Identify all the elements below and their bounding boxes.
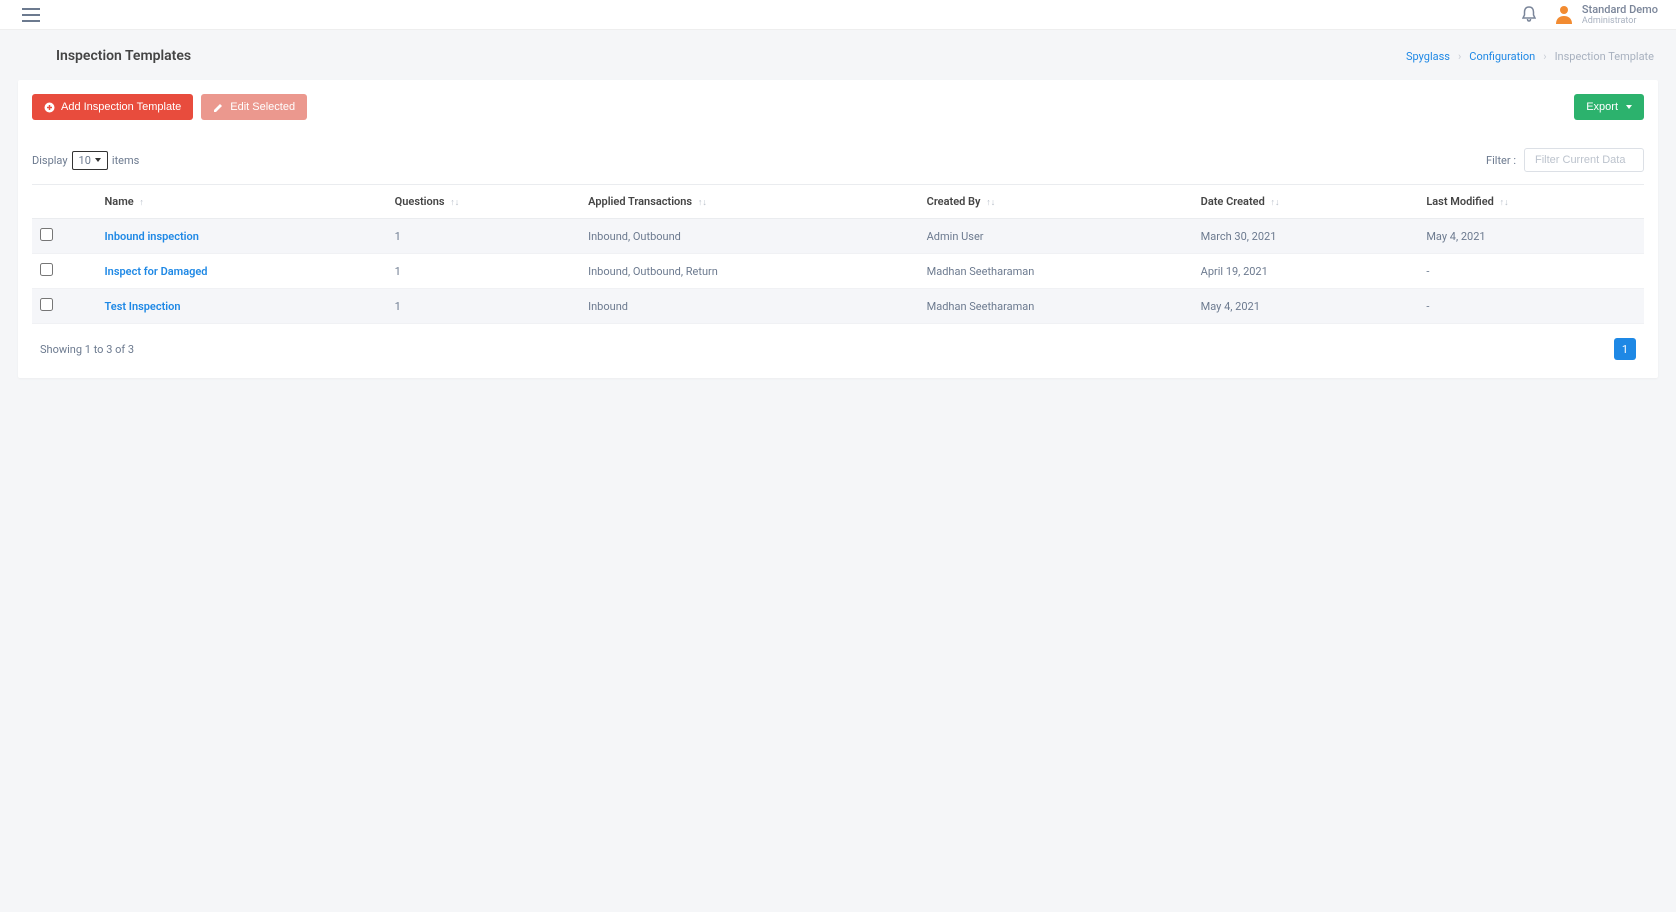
showing-text: Showing 1 to 3 of 3 bbox=[40, 343, 134, 356]
caret-down-icon bbox=[95, 158, 101, 162]
top-right: Standard Demo Administrator bbox=[1522, 3, 1658, 27]
hamburger-icon[interactable] bbox=[22, 8, 40, 22]
sort-icon: ↑↓ bbox=[1271, 198, 1280, 208]
cell-last-modified: - bbox=[1418, 254, 1644, 289]
breadcrumb-current: Inspection Template bbox=[1555, 50, 1654, 63]
cell-date-created: April 19, 2021 bbox=[1193, 254, 1419, 289]
cell-date-created: May 4, 2021 bbox=[1193, 289, 1419, 324]
add-label: Add Inspection Template bbox=[61, 101, 181, 113]
sort-icon: ↑↓ bbox=[698, 198, 707, 208]
cell-questions: 1 bbox=[387, 219, 580, 254]
caret-down-icon bbox=[1626, 105, 1632, 109]
table-row: Inspect for Damaged 1 Inbound, Outbound,… bbox=[32, 254, 1644, 289]
row-checkbox[interactable] bbox=[40, 298, 53, 311]
template-name-link[interactable]: Inspect for Damaged bbox=[105, 265, 208, 278]
breadcrumb-root[interactable]: Spyglass bbox=[1406, 50, 1450, 63]
main-card: Add Inspection Template Edit Selected Ex… bbox=[18, 80, 1658, 378]
cell-questions: 1 bbox=[387, 254, 580, 289]
edit-selected-button[interactable]: Edit Selected bbox=[201, 94, 307, 120]
user-menu[interactable]: Standard Demo Administrator bbox=[1554, 3, 1658, 27]
filter-input[interactable] bbox=[1524, 148, 1644, 172]
template-name-link[interactable]: Test Inspection bbox=[105, 300, 181, 313]
user-name: Standard Demo bbox=[1582, 3, 1658, 16]
breadcrumb-sep: › bbox=[1543, 50, 1546, 63]
edit-icon bbox=[213, 102, 224, 113]
template-name-link[interactable]: Inbound inspection bbox=[105, 230, 199, 243]
breadcrumb: Spyglass › Configuration › Inspection Te… bbox=[1406, 50, 1654, 63]
cell-created-by: Admin User bbox=[919, 219, 1193, 254]
breadcrumb-config[interactable]: Configuration bbox=[1469, 50, 1535, 63]
display-post: items bbox=[112, 154, 139, 167]
page-button[interactable]: 1 bbox=[1614, 338, 1636, 360]
user-text: Standard Demo Administrator bbox=[1582, 3, 1658, 27]
table-row: Inbound inspection 1 Inbound, Outbound A… bbox=[32, 219, 1644, 254]
add-inspection-button[interactable]: Add Inspection Template bbox=[32, 94, 193, 120]
cell-created-by: Madhan Seetharaman bbox=[919, 289, 1193, 324]
sort-icon: ↑↓ bbox=[986, 198, 995, 208]
templates-table: Name ↑ Questions ↑↓ Applied Transactions… bbox=[32, 184, 1644, 324]
cell-applied: Inbound, Outbound, Return bbox=[580, 254, 919, 289]
sort-icon: ↑ bbox=[139, 198, 144, 208]
edit-label: Edit Selected bbox=[230, 101, 295, 113]
display-select[interactable]: 10 bbox=[72, 151, 108, 170]
col-date-created[interactable]: Date Created ↑↓ bbox=[1193, 185, 1419, 219]
sort-icon: ↑↓ bbox=[450, 198, 459, 208]
export-label: Export bbox=[1586, 101, 1618, 113]
col-created-by[interactable]: Created By ↑↓ bbox=[919, 185, 1193, 219]
export-button[interactable]: Export bbox=[1574, 94, 1644, 120]
left-buttons: Add Inspection Template Edit Selected bbox=[32, 94, 307, 120]
cell-questions: 1 bbox=[387, 289, 580, 324]
filter-section: Filter : bbox=[1486, 148, 1644, 172]
table-row: Test Inspection 1 Inbound Madhan Seethar… bbox=[32, 289, 1644, 324]
cell-date-created: March 30, 2021 bbox=[1193, 219, 1419, 254]
pagination: 1 bbox=[1614, 338, 1636, 360]
col-name[interactable]: Name ↑ bbox=[97, 185, 387, 219]
display-pre: Display bbox=[32, 154, 68, 167]
cell-created-by: Madhan Seetharaman bbox=[919, 254, 1193, 289]
cell-applied: Inbound bbox=[580, 289, 919, 324]
col-last-modified[interactable]: Last Modified ↑↓ bbox=[1418, 185, 1644, 219]
display-section: Display 10 items bbox=[32, 151, 139, 170]
breadcrumb-sep: › bbox=[1458, 50, 1461, 63]
col-applied[interactable]: Applied Transactions ↑↓ bbox=[580, 185, 919, 219]
plus-circle-icon bbox=[44, 102, 55, 113]
page-header: Inspection Templates Spyglass › Configur… bbox=[0, 30, 1676, 80]
user-role: Administrator bbox=[1582, 16, 1658, 27]
user-icon bbox=[1554, 4, 1574, 24]
cell-last-modified: - bbox=[1418, 289, 1644, 324]
cell-applied: Inbound, Outbound bbox=[580, 219, 919, 254]
row-checkbox[interactable] bbox=[40, 263, 53, 276]
display-value: 10 bbox=[79, 154, 91, 167]
top-bar: Standard Demo Administrator bbox=[0, 0, 1676, 30]
page-title: Inspection Templates bbox=[56, 48, 191, 64]
table-footer: Showing 1 to 3 of 3 1 bbox=[32, 324, 1644, 364]
bell-icon[interactable] bbox=[1522, 6, 1536, 22]
filter-label: Filter : bbox=[1486, 154, 1516, 167]
cell-last-modified: May 4, 2021 bbox=[1418, 219, 1644, 254]
filter-row: Display 10 items Filter : bbox=[32, 148, 1644, 172]
sort-icon: ↑↓ bbox=[1500, 198, 1509, 208]
toolbar: Add Inspection Template Edit Selected Ex… bbox=[32, 94, 1644, 120]
row-checkbox[interactable] bbox=[40, 228, 53, 241]
col-questions[interactable]: Questions ↑↓ bbox=[387, 185, 580, 219]
col-select bbox=[32, 185, 97, 219]
